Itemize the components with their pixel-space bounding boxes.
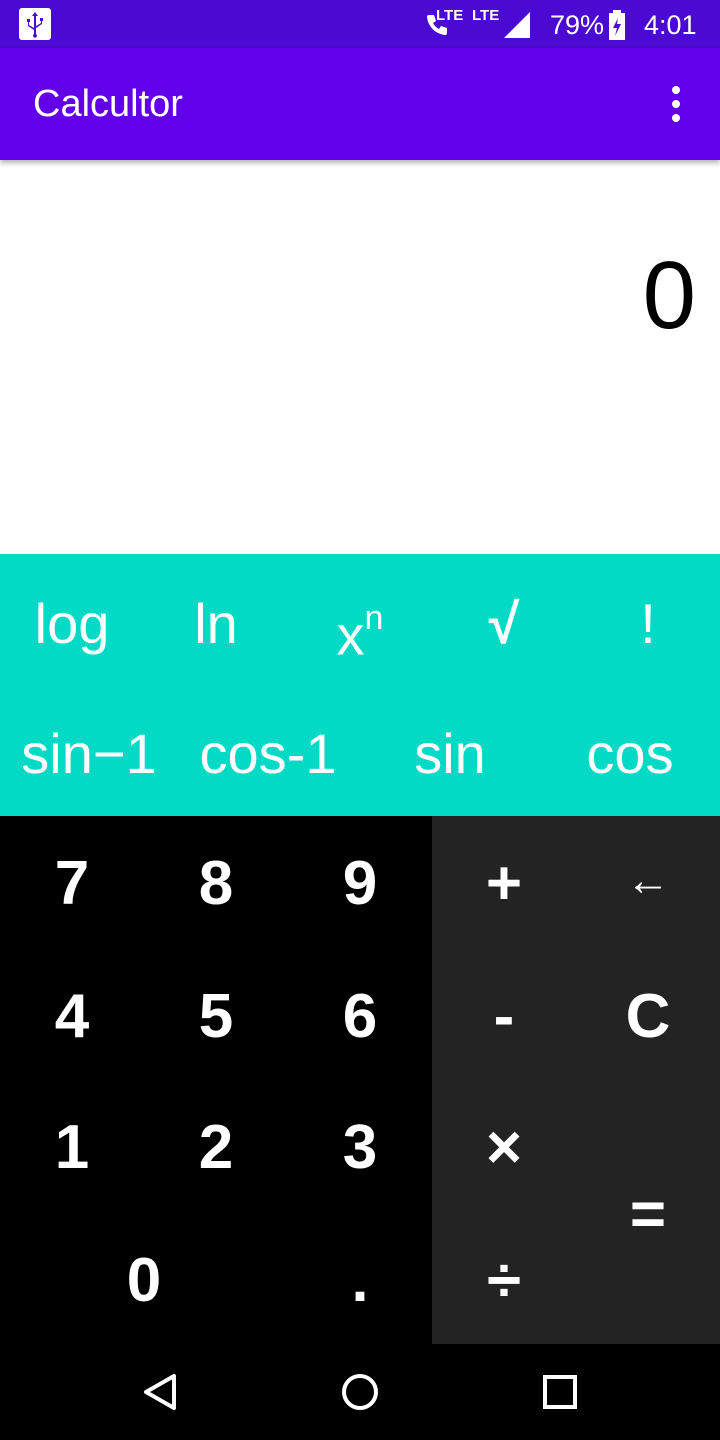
digit-2-button[interactable]: 2 — [144, 1113, 288, 1183]
back-icon[interactable] — [136, 1368, 184, 1416]
clock: 4:01 — [644, 10, 697, 40]
signal-icon — [504, 12, 530, 38]
battery-percent: 79% — [550, 10, 605, 40]
factorial-button[interactable]: ! — [576, 592, 720, 656]
multiply-button[interactable]: × — [432, 1113, 576, 1183]
operator-pad: + ← - C × = ÷ — [432, 816, 720, 1344]
number-pad: 7 8 9 4 5 6 1 2 3 0 . — [0, 816, 432, 1344]
decimal-button[interactable]: . — [288, 1246, 432, 1316]
arccos-button[interactable]: cos-1 — [178, 722, 358, 786]
battery-icon — [609, 10, 625, 40]
clear-button[interactable]: C — [576, 982, 720, 1052]
recents-icon[interactable] — [536, 1368, 584, 1416]
digit-7-button[interactable]: 7 — [0, 849, 144, 919]
digit-0-button[interactable]: 0 — [0, 1246, 288, 1316]
status-bar: LTE LTE 79% 4:01 — [0, 0, 720, 48]
sqrt-button[interactable]: √ — [432, 592, 576, 656]
divide-button[interactable]: ÷ — [432, 1246, 576, 1316]
display-value: 0 — [642, 242, 696, 349]
sin-button[interactable]: sin — [360, 722, 540, 786]
power-button[interactable]: xn — [288, 592, 432, 668]
log-button[interactable]: log — [0, 592, 144, 656]
navigation-bar — [0, 1344, 720, 1440]
overflow-menu-icon[interactable] — [664, 84, 688, 124]
plus-button[interactable]: + — [432, 849, 576, 919]
cos-button[interactable]: cos — [540, 722, 720, 786]
power-base: x — [336, 603, 365, 667]
lte-label-1: LTE — [436, 7, 464, 24]
digit-4-button[interactable]: 4 — [0, 982, 144, 1052]
power-exponent: n — [364, 599, 384, 637]
digit-6-button[interactable]: 6 — [288, 982, 432, 1052]
digit-1-button[interactable]: 1 — [0, 1113, 144, 1183]
digit-8-button[interactable]: 8 — [144, 849, 288, 919]
scientific-panel: log ln xn √ ! sin−1 cos-1 sin cos — [0, 554, 720, 816]
usb-icon — [19, 8, 51, 40]
digit-5-button[interactable]: 5 — [144, 982, 288, 1052]
app-bar: Calcultor — [0, 48, 720, 160]
app-title: Calcultor — [33, 83, 183, 125]
result-display: 0 — [0, 160, 720, 554]
ln-button[interactable]: ln — [144, 592, 288, 656]
arcsin-button[interactable]: sin−1 — [0, 722, 178, 786]
backspace-button[interactable]: ← — [576, 846, 720, 916]
home-icon[interactable] — [336, 1368, 384, 1416]
digit-9-button[interactable]: 9 — [288, 849, 432, 919]
equals-button[interactable]: = — [576, 1180, 720, 1250]
digit-3-button[interactable]: 3 — [288, 1113, 432, 1183]
minus-button[interactable]: - — [432, 982, 576, 1052]
lte-label-2: LTE — [472, 7, 500, 24]
